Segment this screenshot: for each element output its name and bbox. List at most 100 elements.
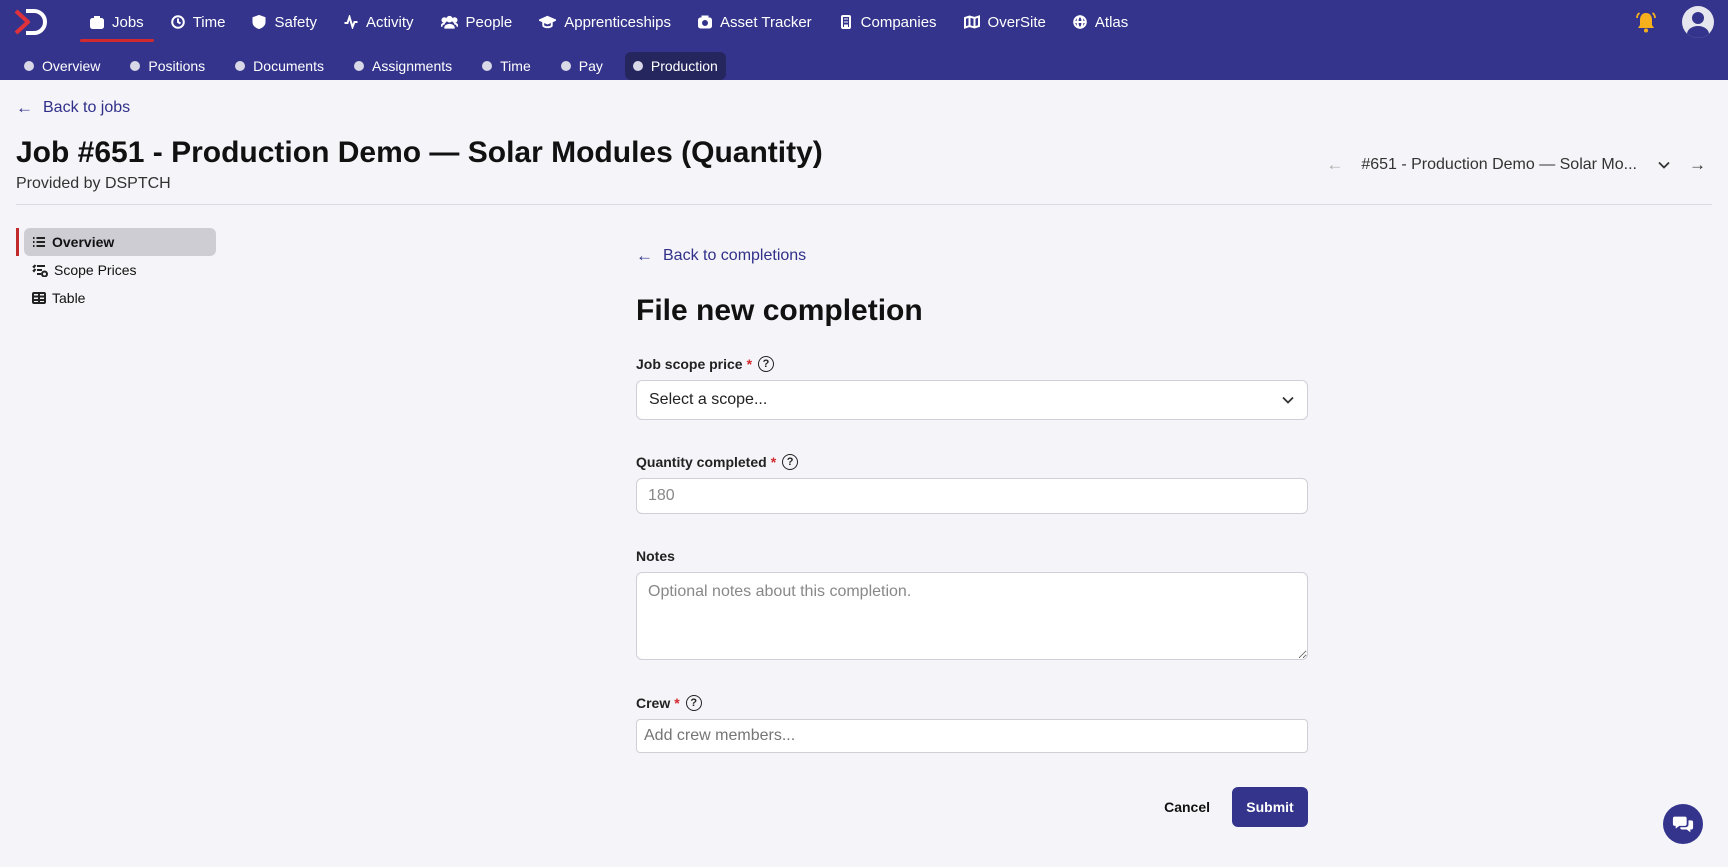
top-nav-bar: Jobs Time Safety Activity People Apprent… <box>0 0 1728 80</box>
list-icon <box>33 237 45 247</box>
next-job-arrow-icon[interactable]: → <box>1689 155 1706 175</box>
job-switcher-dropdown[interactable]: #651 - Production Demo — Solar Mo... <box>1361 156 1637 174</box>
dot-icon <box>632 61 643 71</box>
nav-label: Atlas <box>1094 13 1129 31</box>
nav-people[interactable]: People <box>429 0 525 44</box>
crew-label: Crew * ? <box>636 695 1308 711</box>
dot-icon <box>482 61 493 71</box>
chat-bubbles-icon <box>1672 816 1694 833</box>
form-title: File new completion <box>636 294 923 327</box>
sidebar-item-scope-prices[interactable]: Scope Prices <box>16 256 216 284</box>
subnav-label: Assignments <box>371 58 453 74</box>
clock-icon <box>170 15 185 29</box>
shield-icon <box>252 15 266 29</box>
back-to-jobs-link[interactable]: ← Back to jobs <box>16 98 130 118</box>
completion-form: ← Back to completions File new completio… <box>636 246 1308 827</box>
notes-field-group: Notes <box>636 548 1308 665</box>
sidebar-item-overview[interactable]: Overview <box>16 228 216 256</box>
subnav-label: Pay <box>578 58 603 74</box>
nav-label: Companies <box>860 13 937 31</box>
job-sub-nav: Overview Positions Documents Assignments… <box>16 52 740 80</box>
back-to-completions-label: Back to completions <box>663 247 807 264</box>
help-circle-icon[interactable]: ? <box>758 356 775 372</box>
back-to-jobs-label: Back to jobs <box>43 99 131 116</box>
nav-oversite[interactable]: OverSite <box>952 0 1058 44</box>
briefcase-icon <box>90 16 104 29</box>
help-circle-icon[interactable]: ? <box>782 454 799 470</box>
subnav-label: Documents <box>253 58 324 74</box>
people-icon <box>440 15 458 29</box>
subnav-overview[interactable]: Overview <box>16 52 108 80</box>
required-marker: * <box>674 695 680 711</box>
subnav-production[interactable]: Production <box>624 52 726 80</box>
subnav-assignments[interactable]: Assignments <box>346 52 460 80</box>
nav-apprenticeships[interactable]: Apprenticeships <box>527 0 683 44</box>
dot-icon <box>24 61 34 71</box>
table-icon <box>32 292 46 304</box>
arrow-left-icon: ← <box>16 98 33 117</box>
subnav-label: Overview <box>42 58 101 74</box>
quantity-field-group: Quantity completed * ? <box>636 454 1308 514</box>
subnav-label: Positions <box>148 58 206 74</box>
chevron-down-icon <box>1282 396 1294 404</box>
scope-label-text: Job scope price <box>636 356 743 372</box>
camera-icon <box>697 15 712 29</box>
back-to-completions-link[interactable]: ← Back to completions <box>636 246 1308 266</box>
pulse-icon <box>344 15 358 29</box>
required-marker: * <box>746 356 753 372</box>
nav-label: Jobs <box>112 13 144 31</box>
chat-support-button[interactable] <box>1663 804 1703 844</box>
nav-safety[interactable]: Safety <box>240 0 329 44</box>
crew-input[interactable] <box>636 719 1308 753</box>
chevron-down-icon[interactable] <box>1657 158 1671 172</box>
user-avatar[interactable] <box>1682 6 1714 38</box>
form-actions: Cancel Submit <box>636 787 1308 827</box>
provider-text: Provided by DSPTCH <box>16 175 171 192</box>
sidebar-item-table[interactable]: Table <box>16 284 216 312</box>
dot-icon <box>353 61 364 71</box>
nav-asset-tracker[interactable]: Asset Tracker <box>686 0 824 44</box>
cancel-button[interactable]: Cancel <box>1142 799 1232 815</box>
graduation-cap-icon <box>539 15 557 29</box>
header-divider <box>16 204 1712 205</box>
nav-time[interactable]: Time <box>159 0 238 44</box>
nav-jobs[interactable]: Jobs <box>78 0 156 44</box>
scope-select-value: Select a scope... <box>649 391 768 408</box>
dot-icon <box>130 61 141 71</box>
main-nav: Jobs Time Safety Activity People Apprent… <box>78 0 1143 44</box>
scope-select[interactable]: Select a scope... <box>636 380 1308 420</box>
nav-companies[interactable]: Companies <box>827 0 949 44</box>
globe-icon <box>1073 15 1087 29</box>
map-icon <box>963 15 980 29</box>
crew-field-group: Crew * ? <box>636 695 1308 753</box>
subnav-positions[interactable]: Positions <box>122 52 213 80</box>
nav-atlas[interactable]: Atlas <box>1061 0 1140 44</box>
subnav-label: Time <box>500 58 531 74</box>
crew-label-text: Crew <box>636 695 671 711</box>
sidebar-item-label: Table <box>52 290 86 306</box>
required-marker: * <box>770 454 777 470</box>
prev-job-arrow-icon[interactable]: ← <box>1326 155 1343 175</box>
nav-label: Time <box>192 13 226 31</box>
sidebar-item-label: Scope Prices <box>54 262 137 278</box>
help-circle-icon[interactable]: ? <box>685 695 702 711</box>
quantity-label-text: Quantity completed <box>636 454 767 470</box>
bell-icon[interactable] <box>1634 10 1658 34</box>
quantity-input[interactable] <box>636 478 1308 514</box>
building-icon <box>840 15 851 29</box>
page-title: Job #651 - Production Demo — Solar Modul… <box>16 136 823 169</box>
nav-label: OverSite <box>987 13 1046 31</box>
notes-textarea[interactable] <box>636 572 1308 660</box>
nav-activity[interactable]: Activity <box>332 0 426 44</box>
dot-icon <box>235 61 246 71</box>
subnav-documents[interactable]: Documents <box>227 52 332 80</box>
subnav-label: Production <box>650 58 718 74</box>
dsptch-logo[interactable] <box>14 8 50 36</box>
subnav-time[interactable]: Time <box>474 52 539 80</box>
sidebar-item-label: Overview <box>52 234 115 250</box>
subnav-pay[interactable]: Pay <box>553 52 611 80</box>
nav-label: Asset Tracker <box>719 13 812 31</box>
nav-label: Safety <box>274 13 317 31</box>
nav-label: Activity <box>366 13 414 31</box>
submit-button[interactable]: Submit <box>1232 787 1308 827</box>
